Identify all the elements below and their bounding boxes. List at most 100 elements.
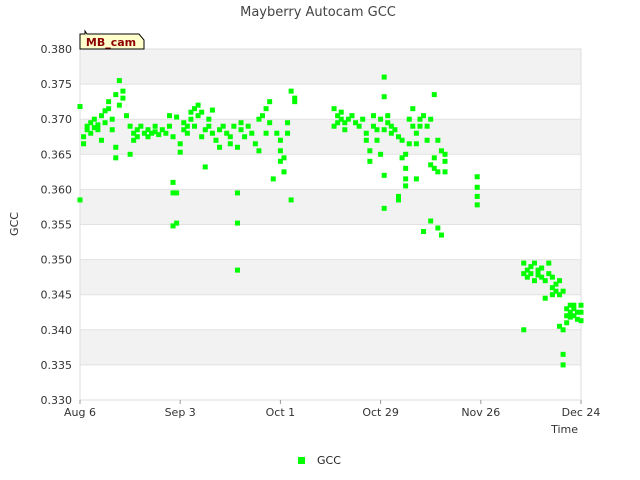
- grid-band: [80, 259, 581, 295]
- data-point: [184, 130, 190, 136]
- data-point: [177, 141, 183, 147]
- data-point: [474, 202, 480, 208]
- data-point: [281, 155, 287, 161]
- data-point: [356, 123, 362, 129]
- data-point: [399, 137, 405, 143]
- data-point: [156, 132, 162, 138]
- data-point: [152, 123, 158, 129]
- data-point: [288, 88, 294, 94]
- data-point: [428, 218, 434, 224]
- data-point: [424, 137, 430, 143]
- data-point: [349, 113, 355, 119]
- data-point: [370, 113, 376, 119]
- data-point: [435, 137, 441, 143]
- data-point: [124, 113, 130, 119]
- data-point: [184, 123, 190, 129]
- data-point: [421, 113, 427, 119]
- data-point: [381, 172, 387, 178]
- data-point: [202, 164, 208, 170]
- data-point: [381, 127, 387, 133]
- data-point: [231, 123, 237, 129]
- data-point: [578, 318, 584, 324]
- grid-band: [80, 49, 581, 85]
- data-point: [403, 165, 409, 171]
- data-point: [435, 169, 441, 175]
- data-point: [120, 95, 126, 101]
- data-point: [531, 278, 537, 284]
- data-point: [267, 99, 273, 105]
- data-point: [431, 155, 437, 161]
- data-point: [385, 113, 391, 119]
- legend-label: GCC: [317, 454, 341, 467]
- data-point: [263, 130, 269, 136]
- y-tick-label: 0.360: [41, 183, 73, 196]
- data-point: [560, 362, 566, 368]
- y-tick-label: 0.350: [41, 254, 73, 267]
- data-point: [292, 99, 298, 105]
- data-point: [234, 190, 240, 196]
- data-point: [113, 155, 119, 161]
- data-point: [252, 141, 258, 147]
- x-tick-label: Nov 26: [461, 406, 500, 419]
- data-point: [285, 120, 291, 126]
- y-tick-label: 0.370: [41, 113, 73, 126]
- data-point: [474, 184, 480, 190]
- data-point: [270, 176, 276, 182]
- data-point: [95, 127, 101, 133]
- data-point: [578, 302, 584, 308]
- data-point: [116, 102, 122, 108]
- data-point: [206, 116, 212, 122]
- data-point: [531, 260, 537, 266]
- data-point: [342, 127, 348, 133]
- data-point: [378, 116, 384, 122]
- data-point: [227, 134, 233, 140]
- y-tick-label: 0.340: [41, 324, 73, 337]
- data-point: [564, 320, 570, 326]
- data-point: [166, 113, 172, 119]
- data-point: [442, 151, 448, 157]
- data-point: [542, 295, 548, 301]
- data-point: [206, 123, 212, 129]
- data-point: [403, 151, 409, 157]
- data-point: [134, 134, 140, 140]
- data-point: [106, 99, 112, 105]
- data-point: [285, 130, 291, 136]
- data-point: [256, 148, 262, 154]
- data-point: [238, 120, 244, 126]
- data-point: [209, 107, 215, 113]
- data-point: [106, 106, 112, 112]
- data-point: [217, 144, 223, 150]
- data-point: [395, 197, 401, 203]
- grid-band: [80, 364, 581, 400]
- data-point: [220, 123, 226, 129]
- data-point: [199, 109, 205, 115]
- data-point: [560, 351, 566, 357]
- x-tick-label: Oct 1: [266, 406, 296, 419]
- data-point: [378, 151, 384, 157]
- data-point: [174, 220, 180, 226]
- data-point: [539, 265, 545, 271]
- data-point: [77, 104, 83, 110]
- data-point: [234, 220, 240, 226]
- data-point: [406, 116, 412, 122]
- y-axis-ticks: 0.3300.3350.3400.3450.3500.3550.3600.365…: [41, 43, 73, 407]
- data-point: [109, 127, 115, 133]
- data-point: [260, 113, 266, 119]
- grid-band: [80, 294, 581, 330]
- legend-marker: [298, 457, 305, 464]
- data-point: [578, 309, 584, 315]
- x-tick-label: Aug 6: [64, 406, 96, 419]
- data-point: [288, 197, 294, 203]
- data-point: [177, 149, 183, 155]
- data-point: [542, 278, 548, 284]
- data-point: [431, 92, 437, 98]
- y-tick-label: 0.365: [41, 148, 73, 161]
- data-point: [413, 176, 419, 182]
- data-point: [338, 109, 344, 115]
- data-point: [374, 137, 380, 143]
- data-point: [413, 130, 419, 136]
- data-point: [521, 260, 527, 266]
- data-point: [381, 94, 387, 100]
- grid-band: [80, 84, 581, 120]
- data-point: [127, 151, 133, 157]
